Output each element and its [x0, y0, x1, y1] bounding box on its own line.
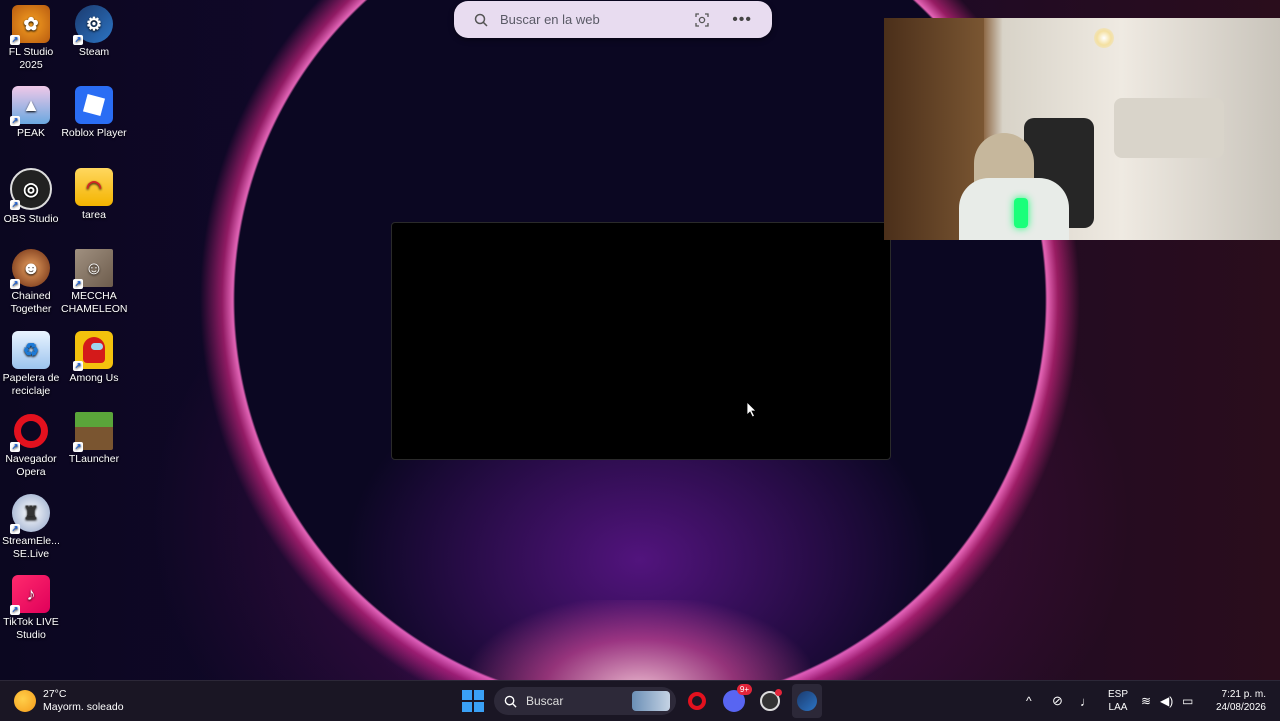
visual-search-icon[interactable] — [694, 12, 710, 28]
desktop-icon-label: Among Us — [69, 372, 119, 384]
weather-sun-icon — [14, 690, 36, 712]
desktop-icon-label: Chained Together — [10, 290, 52, 315]
search-highlight-image — [632, 691, 670, 711]
desktop-icon-meccha-chameleon[interactable]: ☺ ↗ MECCHA CHAMELEON — [61, 244, 128, 316]
mouse-cursor-icon — [747, 402, 757, 418]
discord-badge: 9+ — [736, 684, 752, 695]
windows-logo-icon — [462, 690, 484, 712]
more-options-icon[interactable]: ••• — [732, 11, 752, 29]
search-placeholder[interactable]: Buscar en la web — [500, 12, 694, 27]
tlauncher-icon: ↗ — [73, 412, 113, 452]
desktop-icon-label: TLauncher — [68, 453, 120, 465]
roblox-icon — [75, 86, 113, 124]
desktop-icon-roblox[interactable]: Roblox Player — [61, 81, 127, 140]
language-indicator[interactable]: ESP LAA — [1108, 681, 1128, 721]
fl-studio-icon: ✿ ↗ — [10, 5, 50, 45]
obs-icon — [760, 689, 782, 711]
webcam-lamp — [1094, 28, 1114, 48]
webcam-overlay — [884, 18, 1280, 240]
desktop-icon-streamelements[interactable]: ♜ ↗ StreamEle... SE.Live — [0, 489, 64, 561]
peak-icon: ▲ ↗ — [10, 86, 50, 126]
recycle-bin-icon: ♻ — [12, 331, 50, 369]
camera-off-icon[interactable]: ⊘ — [1052, 681, 1063, 721]
streamelements-icon: ♜ ↗ — [10, 494, 50, 534]
among-us-icon: ↗ — [73, 331, 113, 371]
taskbar-search[interactable]: Buscar — [494, 681, 676, 721]
volume-icon[interactable]: ◀) — [1160, 681, 1173, 721]
desktop-icon-label: Papelera de reciclaje — [2, 372, 60, 397]
clock-time: 7:21 p. m. — [1221, 689, 1266, 700]
desktop-icon-label: Roblox Player — [61, 127, 127, 139]
search-icon — [504, 695, 517, 708]
taskbar: 27°C Mayorm. soleado Buscar 9+ ^ ⊘ ♩ ESP… — [0, 680, 1280, 721]
opera-icon — [688, 692, 706, 710]
desktop-icon-steam[interactable]: ⚙ ↗ Steam — [61, 0, 127, 59]
search-icon — [474, 13, 488, 27]
desktop-icon-label: tarea — [82, 209, 106, 221]
discord-icon: 9+ — [723, 684, 752, 712]
taskbar-app-steam[interactable] — [792, 684, 822, 718]
recording-dot-icon — [775, 689, 782, 696]
desktop-icon-obs[interactable]: ◎ ↗ OBS Studio — [0, 163, 64, 226]
desktop-icon-label: Navegador Opera — [5, 453, 57, 478]
taskbar-app-opera[interactable] — [688, 681, 706, 721]
desktop-icon-fl-studio[interactable]: ✿ ↗ FL Studio 2025 — [0, 0, 64, 72]
show-hidden-icons[interactable]: ^ — [1026, 681, 1032, 721]
blank-app-window[interactable] — [391, 222, 891, 460]
taskbar-app-obs[interactable] — [760, 681, 782, 721]
desktop-icon-opera[interactable]: ↗ Navegador Opera — [0, 407, 64, 479]
wifi-icon[interactable]: ≋ — [1141, 681, 1151, 721]
desktop-icon-label: OBS Studio — [3, 213, 59, 225]
desktop-icon-tarea[interactable]: ◠ tarea — [61, 163, 127, 222]
webcam-microphone — [1014, 198, 1028, 228]
weather-widget[interactable]: 27°C Mayorm. soleado — [14, 681, 124, 721]
taskbar-search-label: Buscar — [526, 694, 564, 708]
opera-icon: ↗ — [10, 412, 50, 452]
chained-together-icon: ☻ ↗ — [10, 249, 50, 289]
desktop-icon-label: MECCHA CHAMELEON — [61, 290, 128, 315]
desktop-icon-recycle-bin[interactable]: ♻ Papelera de reciclaje — [0, 326, 64, 398]
start-button[interactable] — [462, 681, 484, 721]
obs-icon: ◎ ↗ — [10, 168, 52, 210]
folder-icon: ◠ — [75, 168, 113, 206]
desktop-icon-among-us[interactable]: ↗ Among Us — [61, 326, 127, 385]
desktop-icon-tiktok-live[interactable]: ♪ ↗ TikTok LIVE Studio — [0, 570, 64, 642]
webcam-sofa — [1114, 98, 1224, 158]
clock[interactable]: 7:21 p. m. 24/08/2026 — [1206, 681, 1266, 721]
clock-date: 24/08/2026 — [1215, 702, 1266, 713]
desktop-icon-label: TikTok LIVE Studio — [3, 616, 59, 641]
language-code: ESP — [1108, 689, 1129, 700]
steam-icon: ⚙ ↗ — [73, 5, 113, 45]
desktop-icon-label: Steam — [78, 46, 110, 58]
desktop-wallpaper: ✿ ↗ FL Studio 2025 ▲ ↗ PEAK ◎ ↗ OBS Studio … — [0, 0, 1280, 680]
web-search-bar[interactable]: Buscar en la web ••• — [454, 1, 772, 38]
keyboard-layout: LAA — [1108, 702, 1128, 713]
wallpaper-glow — [470, 600, 810, 680]
battery-icon[interactable]: ▭ — [1182, 681, 1193, 721]
tiktok-live-icon: ♪ ↗ — [10, 575, 50, 615]
desktop-icon-label: FL Studio 2025 — [8, 46, 54, 71]
desktop-icon-label: PEAK — [16, 127, 45, 139]
taskbar-app-discord[interactable]: 9+ — [723, 681, 752, 721]
steam-icon — [797, 691, 817, 711]
desktop-icon-label: StreamEle... SE.Live — [2, 535, 60, 560]
weather-desc: Mayorm. soleado — [43, 701, 124, 713]
weather-temp: 27°C — [43, 688, 67, 700]
desktop-icon-tlauncher[interactable]: ↗ TLauncher — [61, 407, 127, 466]
desktop-icon-chained-together[interactable]: ☻ ↗ Chained Together — [0, 244, 64, 316]
microphone-icon[interactable]: ♩ — [1080, 681, 1093, 721]
meccha-chameleon-icon: ☺ ↗ — [73, 249, 113, 289]
desktop-icon-peak[interactable]: ▲ ↗ PEAK — [0, 81, 64, 140]
